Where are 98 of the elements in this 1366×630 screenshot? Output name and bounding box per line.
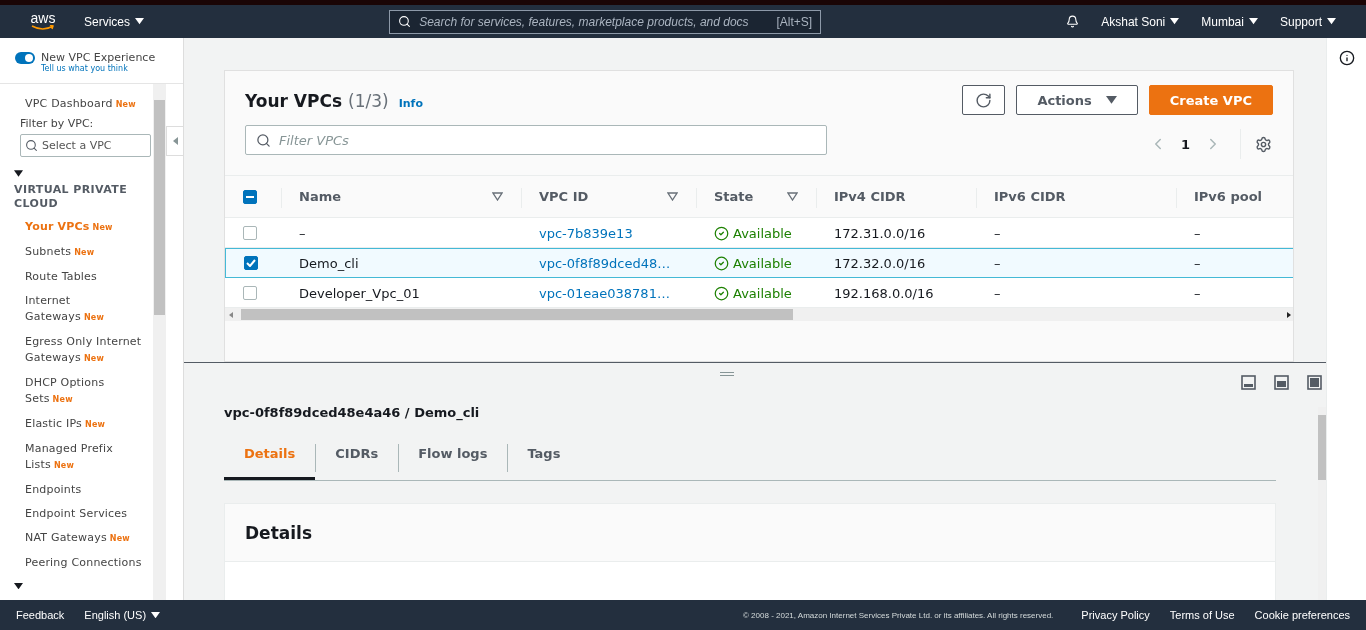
search-icon [398, 15, 412, 28]
table-cell: – [994, 225, 1001, 241]
column-header: IPv4 CIDR [834, 189, 906, 204]
card-title: Details [245, 522, 312, 543]
scrollbar[interactable] [153, 84, 166, 600]
check-circle-icon [714, 225, 729, 241]
nav-item[interactable]: Subnets New [0, 244, 153, 261]
feedback-link[interactable]: Feedback [16, 609, 65, 621]
panel-position-icon[interactable] [1241, 375, 1256, 390]
panel-position-icon[interactable] [1307, 375, 1322, 390]
filter-label: Filter by VPC: [19, 117, 95, 130]
account-menu[interactable]: Akshat Soni [1101, 14, 1180, 29]
tab[interactable]: CIDRs [315, 436, 399, 480]
info-icon[interactable] [1338, 50, 1355, 66]
scroll-right-icon[interactable] [1287, 311, 1291, 318]
shortcut-hint: [Alt+S] [776, 14, 813, 29]
caret-icon[interactable] [14, 170, 23, 177]
table-cell: – [994, 255, 1001, 271]
settings-icon[interactable] [1255, 135, 1272, 153]
page-number[interactable]: 1 [1180, 136, 1190, 152]
caret-icon [172, 137, 178, 145]
panel-position-icon[interactable] [1274, 375, 1289, 390]
column-header: IPv6 pool [1194, 189, 1263, 204]
table-cell: Demo_cli [299, 255, 359, 271]
tab[interactable]: Flow logs [398, 436, 508, 480]
table-cell: 172.31.0.0/16 [834, 225, 926, 241]
footer-link[interactable]: Cookie preferences [1254, 609, 1350, 621]
column-header: IPv6 CIDR [994, 189, 1066, 204]
sort-icon[interactable] [492, 192, 503, 201]
search-field[interactable]: Search for services, features, marketplace products, and docs [Alt+S] [389, 9, 822, 34]
row-checkbox[interactable] [244, 256, 258, 270]
column-header: State [714, 189, 754, 204]
footer-link[interactable]: Terms of Use [1169, 609, 1235, 621]
table-cell: – [1194, 255, 1201, 271]
nav-item[interactable]: Route Tables [0, 269, 153, 285]
sort-icon[interactable] [667, 192, 678, 201]
search-icon [256, 132, 271, 148]
nav-item[interactable]: Peering Connections [0, 555, 153, 571]
feedback-link[interactable]: Tell us what you think [41, 64, 183, 73]
caret-icon [14, 582, 23, 589]
status-text: Available [733, 285, 792, 301]
caret-icon [1327, 18, 1336, 25]
check-circle-icon [714, 255, 729, 271]
detail-title: vpc-0f8f89dced48e4a46 / Demo_cli [224, 405, 481, 420]
selection-count: (1/3) [348, 91, 389, 111]
panel-title: Your VPCs [245, 91, 343, 111]
info-link[interactable]: Info [398, 97, 423, 110]
table-cell: – [1194, 225, 1201, 241]
sort-icon[interactable] [787, 192, 798, 201]
row-checkbox[interactable] [243, 226, 257, 240]
toggle-switch[interactable] [15, 51, 35, 64]
table-cell: – [1194, 285, 1201, 301]
nav-item[interactable]: Managed Prefix Lists New [0, 441, 153, 474]
nav-item[interactable]: Endpoint Services [0, 506, 153, 522]
caret-icon [1105, 96, 1117, 104]
nav-item[interactable]: Internet Gateways New [0, 293, 153, 326]
caret-icon [1170, 18, 1180, 25]
nav-item[interactable]: DHCP Options Sets New [0, 375, 153, 408]
column-header: VPC ID [539, 189, 589, 204]
services-menu[interactable]: Services [84, 14, 144, 29]
search-icon [25, 139, 38, 152]
caret-icon [1248, 18, 1258, 25]
table-cell: 172.32.0.0/16 [834, 255, 926, 271]
toggle-label: New VPC Experience [41, 51, 156, 64]
nav-item[interactable]: Egress Only Internet Gateways New [0, 334, 153, 367]
actions-button[interactable]: Actions [1016, 85, 1138, 115]
language-menu[interactable]: English (US) [84, 609, 161, 621]
table-cell: – [299, 225, 306, 241]
support-menu[interactable]: Support [1279, 14, 1336, 29]
copyright-text: © 2008 - 2021, Amazon Internet Services Private Ltd. or its affiliates. All rights reserved. [743, 610, 1054, 620]
refresh-button[interactable] [962, 85, 1006, 115]
vpc-select[interactable]: Select a VPC [20, 134, 151, 157]
column-header: Name [299, 189, 341, 204]
aws-logo[interactable]: aws [30, 12, 56, 31]
select-all-checkbox[interactable] [243, 189, 257, 204]
collapse-tab[interactable] [166, 126, 183, 156]
caret-icon [151, 611, 161, 619]
caret-icon [135, 18, 144, 25]
scroll-left-icon[interactable] [229, 311, 233, 318]
check-circle-icon [714, 285, 729, 301]
nav-item[interactable]: VPC Dashboard New [0, 96, 153, 113]
table-cell: – [994, 285, 1001, 301]
status-text: Available [733, 225, 792, 241]
refresh-icon [975, 91, 993, 109]
table-cell: 192.168.0.0/16 [834, 285, 934, 301]
nav-item[interactable]: Elastic IPs New [0, 416, 153, 433]
status-text: Available [733, 255, 792, 271]
section-title: VIRTUAL PRIVATE CLOUD [13, 183, 129, 211]
region-menu[interactable]: Mumbai [1201, 14, 1258, 29]
nav-item[interactable]: Endpoints [0, 482, 153, 498]
footer-link[interactable]: Privacy Policy [1081, 609, 1150, 621]
nav-item[interactable]: NAT Gateways New [0, 530, 153, 547]
table-cell: Developer_Vpc_01 [299, 285, 420, 301]
row-checkbox[interactable] [243, 286, 257, 300]
horizontal-scrollbar[interactable] [225, 308, 1293, 321]
drag-handle[interactable] [720, 372, 734, 376]
bell-icon[interactable] [1066, 15, 1080, 28]
tab[interactable]: Tags [507, 436, 581, 480]
